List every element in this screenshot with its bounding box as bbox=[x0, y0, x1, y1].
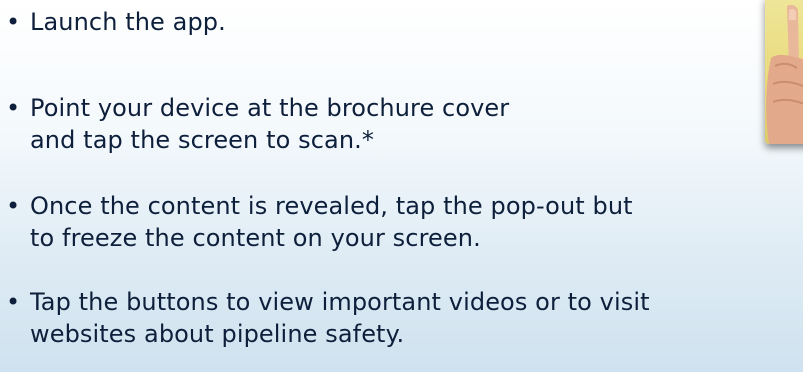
bullet-marker: • bbox=[6, 8, 21, 36]
bullet-text: Tap the buttons to view important videos… bbox=[30, 288, 650, 316]
bullet-marker: • bbox=[6, 94, 21, 122]
finger-tapping-photo bbox=[765, 0, 803, 144]
bullet-text: Launch the app. bbox=[30, 8, 226, 36]
bullet-pop-out: • Once the content is revealed, tap the p… bbox=[6, 190, 633, 254]
slide: • Launch the app. • Point your device at t… bbox=[0, 0, 803, 372]
bullet-point-device: • Point your device at the brochure cover… bbox=[6, 92, 509, 156]
bullet-tap-buttons: • Tap the buttons to view important video… bbox=[6, 286, 650, 350]
bullet-marker: • bbox=[6, 192, 21, 220]
bullet-text-continued: websites about pipeline safety. bbox=[30, 320, 405, 348]
bullet-text-continued: and tap the screen to scan.* bbox=[30, 126, 374, 154]
bullet-text: Once the content is revealed, tap the po… bbox=[30, 192, 633, 220]
finger-icon bbox=[766, 5, 803, 144]
bullet-text-continued: to freeze the content on your screen. bbox=[30, 224, 481, 252]
bullet-launch-app: • Launch the app. bbox=[6, 6, 226, 38]
bullet-text: Point your device at the brochure cover bbox=[30, 94, 510, 122]
bullet-marker: • bbox=[6, 288, 21, 316]
